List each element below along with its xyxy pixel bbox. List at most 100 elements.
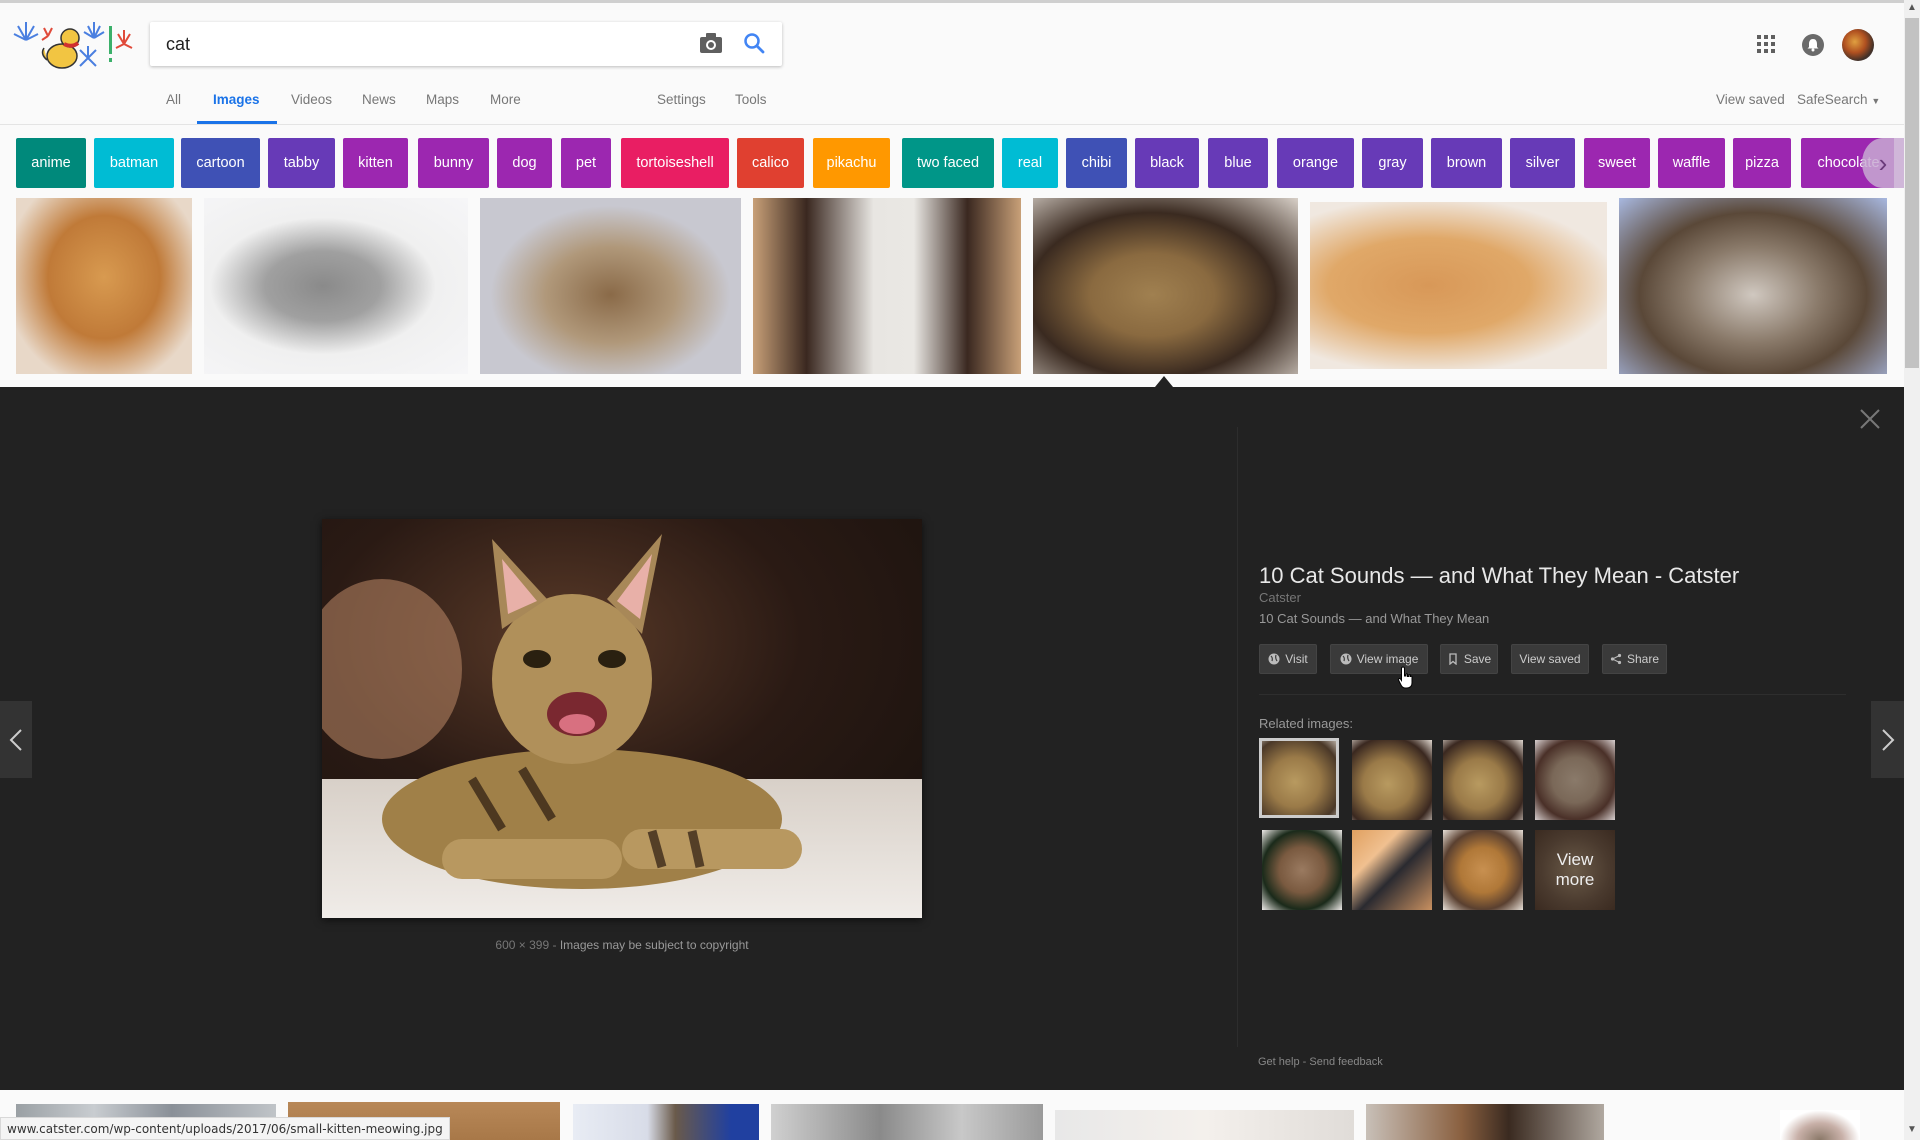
chip-orange[interactable]: orange (1277, 138, 1354, 188)
chip-sweet[interactable]: sweet (1584, 138, 1650, 188)
result-thumbnail[interactable] (204, 198, 468, 374)
chip-dog[interactable]: dog (497, 138, 552, 188)
tab-images[interactable]: Images (213, 92, 260, 107)
globe-icon (1340, 653, 1352, 665)
chevron-left-icon (9, 728, 22, 751)
related-image[interactable] (1352, 740, 1432, 820)
chip-two-faced[interactable]: two faced (902, 138, 994, 188)
view-more-label-1: View (1556, 850, 1594, 869)
save-button[interactable]: Save (1440, 644, 1498, 674)
search-input[interactable] (166, 32, 686, 56)
mouse-cursor-hand-icon (1397, 666, 1413, 689)
result-thumbnail[interactable] (16, 198, 192, 374)
top-border (0, 0, 1904, 3)
result-thumbnail-selected[interactable] (1033, 198, 1298, 374)
view-saved-button[interactable]: View saved (1511, 644, 1589, 674)
chip-tabby[interactable]: tabby (268, 138, 335, 188)
safesearch-menu[interactable]: SafeSearch ▼ (1797, 92, 1880, 107)
chip-brown[interactable]: brown (1431, 138, 1502, 188)
image-caption: 600 × 399 - Images may be subject to cop… (322, 938, 922, 952)
image-title[interactable]: 10 Cat Sounds — and What They Mean - Cat… (1259, 563, 1739, 589)
image-description: 10 Cat Sounds — and What They Mean (1259, 611, 1490, 626)
caret-down-icon: ▼ (1871, 96, 1881, 106)
scrollbar-thumb[interactable] (1905, 18, 1919, 368)
search-box[interactable] (150, 22, 782, 66)
preview-image[interactable] (322, 519, 922, 918)
result-thumbnail[interactable] (771, 1104, 1043, 1140)
result-thumbnail[interactable] (753, 198, 1021, 374)
related-image[interactable] (1443, 830, 1523, 910)
related-image[interactable] (1352, 830, 1432, 910)
chip-silver[interactable]: silver (1510, 138, 1575, 188)
scroll-up-arrow-icon[interactable]: ▲ (1904, 2, 1920, 16)
view-more-label-2: more (1555, 870, 1595, 889)
share-icon (1610, 653, 1622, 665)
related-image[interactable] (1262, 830, 1342, 910)
view-image-label: View image (1356, 652, 1419, 666)
previous-image-button[interactable] (0, 701, 32, 778)
chip-kitten[interactable]: kitten (343, 138, 408, 188)
doodle-logo[interactable] (12, 18, 134, 70)
result-thumbnail[interactable] (1055, 1110, 1354, 1140)
result-thumbnail[interactable] (573, 1104, 759, 1140)
tab-more[interactable]: More (490, 92, 521, 107)
chip-black[interactable]: black (1135, 138, 1199, 188)
related-image[interactable] (1443, 740, 1523, 820)
view-saved-label: View saved (1519, 652, 1581, 666)
share-button[interactable]: Share (1602, 644, 1667, 674)
selection-pointer (1155, 376, 1173, 387)
globe-icon (1268, 653, 1280, 665)
result-thumbnail[interactable] (1780, 1110, 1860, 1140)
status-bar-url: www.catster.com/wp-content/uploads/2017/… (0, 1117, 450, 1140)
next-image-button[interactable] (1871, 701, 1904, 778)
view-saved-link[interactable]: View saved (1716, 92, 1785, 107)
visit-button[interactable]: Visit (1259, 644, 1317, 674)
caption-separator: - (549, 938, 560, 952)
tools-link[interactable]: Tools (735, 92, 767, 107)
close-icon[interactable] (1857, 406, 1883, 432)
chip-calico[interactable]: calico (737, 138, 804, 188)
save-label: Save (1463, 652, 1492, 666)
send-feedback-link[interactable]: Send feedback (1309, 1056, 1382, 1068)
image-preview-panel (0, 387, 1904, 1090)
get-help-link[interactable]: Get help (1258, 1056, 1300, 1068)
related-image-selected[interactable] (1259, 738, 1339, 818)
chip-bunny[interactable]: bunny (418, 138, 489, 188)
chip-cartoon[interactable]: cartoon (181, 138, 260, 188)
chip-gray[interactable]: gray (1362, 138, 1423, 188)
apps-grid-icon[interactable] (1757, 35, 1775, 53)
tab-maps[interactable]: Maps (426, 92, 459, 107)
tab-all[interactable]: All (166, 92, 181, 107)
panel-footer-links: Get help - Send feedback (1258, 1056, 1383, 1068)
search-icon[interactable] (742, 31, 766, 55)
scroll-down-arrow-icon[interactable]: ▼ (1904, 1124, 1920, 1138)
view-more-related-button[interactable]: View more (1535, 830, 1615, 910)
related-image[interactable] (1535, 740, 1615, 820)
chip-anime[interactable]: anime (16, 138, 86, 188)
chip-batman[interactable]: batman (94, 138, 174, 188)
result-thumbnail[interactable] (1619, 198, 1887, 374)
settings-link[interactable]: Settings (657, 92, 706, 107)
source-site: Catster (1259, 590, 1301, 605)
chip-blue[interactable]: blue (1208, 138, 1268, 188)
chip-pizza[interactable]: pizza (1733, 138, 1791, 188)
result-thumbnail[interactable] (480, 198, 741, 374)
chip-pikachu[interactable]: pikachu (813, 138, 890, 188)
chip-pet[interactable]: pet (561, 138, 611, 188)
result-thumbnail[interactable] (1310, 202, 1607, 369)
detail-divider (1259, 694, 1846, 695)
chip-real[interactable]: real (1002, 138, 1058, 188)
related-search-chips: anime batman cartoon tabby kitten bunny … (16, 138, 1894, 188)
notifications-bell-icon[interactable] (1802, 34, 1824, 56)
chip-waffle[interactable]: waffle (1658, 138, 1725, 188)
account-avatar[interactable] (1842, 29, 1874, 61)
chips-next-arrow[interactable]: › (1862, 138, 1904, 188)
related-images-label: Related images: (1259, 716, 1353, 731)
result-thumbnail[interactable] (1366, 1104, 1604, 1140)
panel-divider (1237, 427, 1238, 1047)
chip-tortoiseshell[interactable]: tortoiseshell (621, 138, 729, 188)
tab-videos[interactable]: Videos (291, 92, 332, 107)
chip-chibi[interactable]: chibi (1066, 138, 1127, 188)
camera-icon[interactable] (699, 32, 723, 54)
tab-news[interactable]: News (362, 92, 396, 107)
